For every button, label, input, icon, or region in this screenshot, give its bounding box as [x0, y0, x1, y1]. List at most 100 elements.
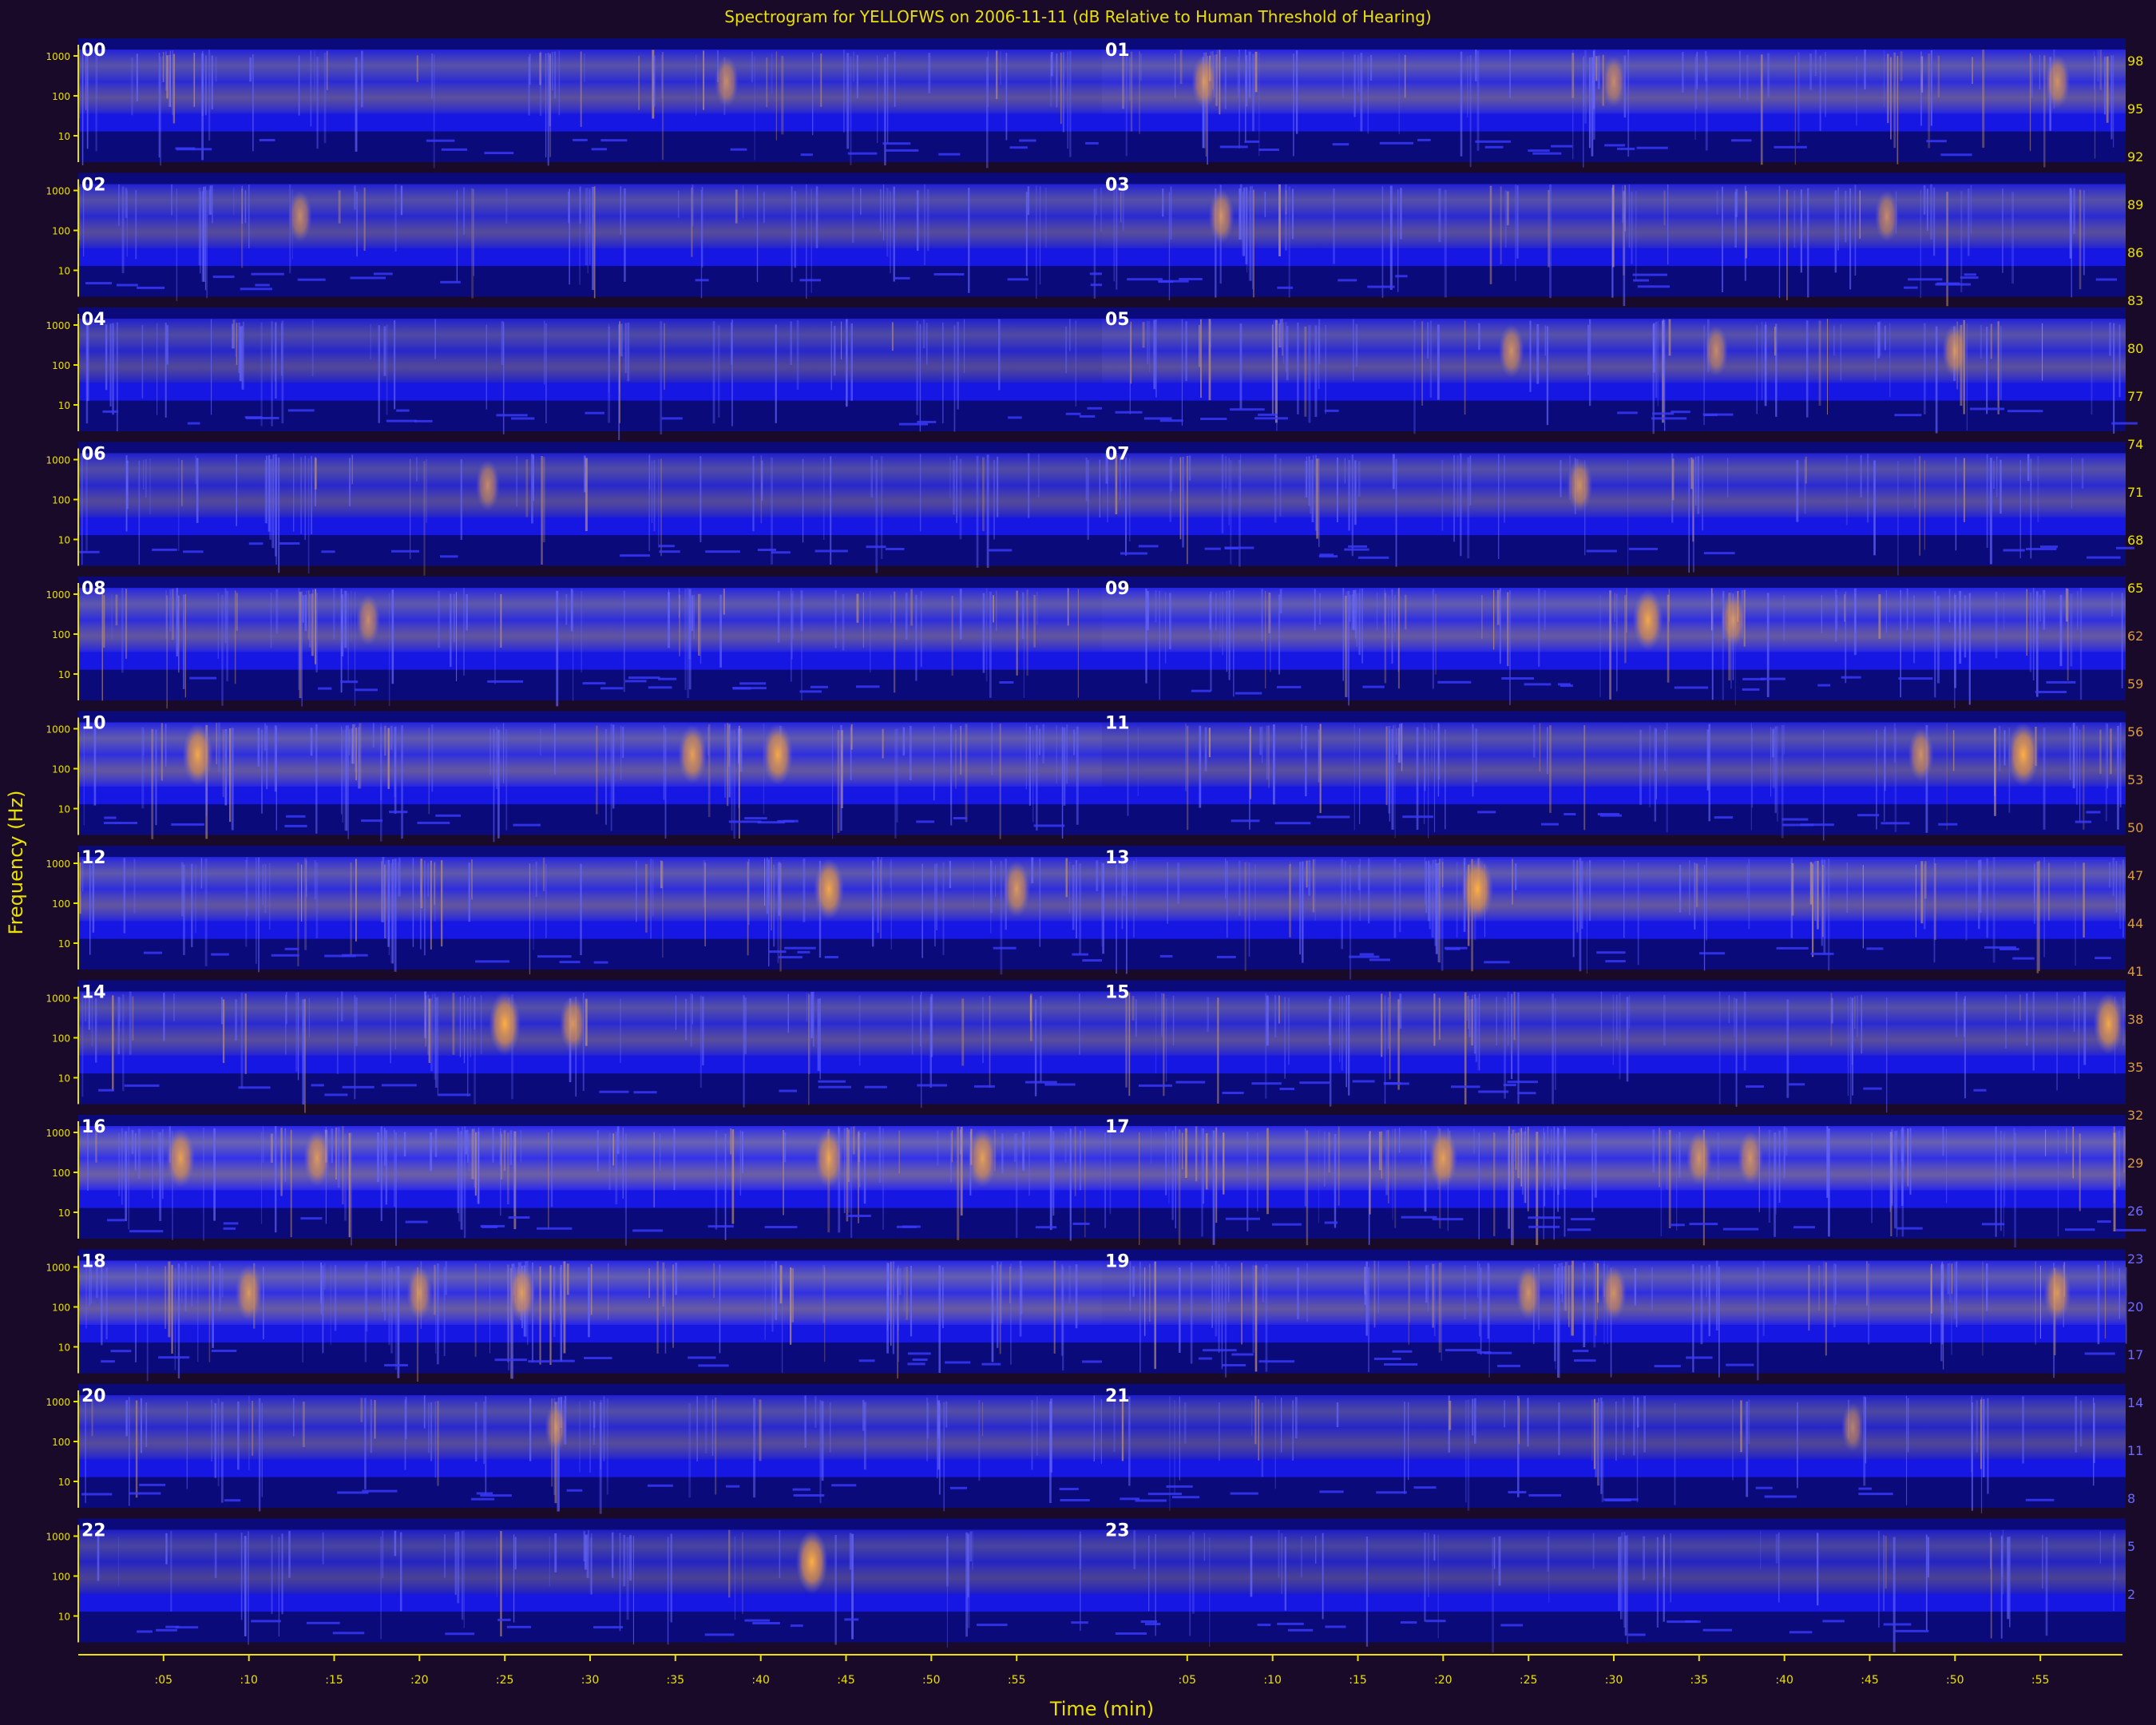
signal-streak [1894, 728, 1897, 832]
signal-streak [1394, 1128, 1397, 1228]
signal-streak [927, 1402, 929, 1439]
signal-streak [771, 54, 773, 93]
noise-dash [1349, 955, 1380, 958]
signal-streak [1928, 54, 1931, 149]
signal-streak [2037, 456, 2039, 522]
signal-streak [1627, 50, 1630, 157]
signal-streak [629, 1535, 632, 1581]
noise-dash [1413, 1486, 1437, 1489]
signal-streak [1358, 461, 1361, 498]
signal-streak [2036, 861, 2039, 974]
signal-streak [1874, 325, 1877, 381]
signal-streak [1126, 863, 1128, 974]
noise-dash [391, 549, 419, 553]
signal-streak [1273, 724, 1275, 805]
signal-streak [117, 997, 120, 1055]
signal-streak [89, 864, 91, 955]
noise-dash [1633, 279, 1650, 282]
noise-dash [1702, 1628, 1732, 1632]
signal-streak [2118, 864, 2122, 930]
signal-streak [508, 1268, 509, 1370]
noise-dash [2046, 680, 2076, 684]
signal-streak [118, 184, 120, 227]
signal-streak [934, 863, 936, 946]
noise-dash [284, 947, 299, 950]
signal-streak [200, 858, 203, 889]
signal-streak [268, 862, 271, 930]
signal-streak [2071, 190, 2072, 298]
signal-streak [1401, 723, 1403, 771]
signal-streak [1348, 591, 1349, 706]
noise-dash [1166, 1485, 1193, 1488]
signal-streak [688, 1402, 692, 1498]
signal-streak [395, 1132, 397, 1246]
signal-streak [1507, 592, 1509, 667]
noise-dash [350, 276, 386, 280]
signal-streak [1592, 1533, 1595, 1569]
hour-panel: 23 [1102, 1518, 2126, 1653]
signal-streak [135, 1263, 137, 1362]
signal-streak [1993, 461, 1995, 489]
signal-streak [310, 728, 313, 756]
signal-streak [1125, 55, 1128, 157]
signal-streak [1656, 1537, 1659, 1628]
signal-streak [1900, 589, 1901, 698]
low-freq-band [1102, 652, 2126, 670]
noise-dash [1960, 276, 1979, 280]
signal-streak [1429, 320, 1433, 398]
signal-streak [1959, 591, 1962, 664]
signal-streak [1467, 457, 1470, 559]
signal-streak [1397, 589, 1399, 672]
signal-streak [356, 192, 358, 257]
signal-streak [1949, 1263, 1951, 1303]
signal-streak [1351, 454, 1353, 557]
signal-streak [1254, 864, 1256, 921]
signal-streak [1113, 1399, 1116, 1453]
signal-streak [1369, 1131, 1371, 1215]
signal-streak [140, 1398, 142, 1453]
signal-streak [719, 1264, 721, 1354]
noise-dash [739, 682, 767, 685]
signal-streak [1389, 185, 1393, 290]
noise-dash [1437, 680, 1472, 684]
signal-streak [591, 1533, 593, 1595]
acoustic-event [1208, 189, 1235, 244]
signal-streak [2039, 1265, 2041, 1339]
signal-streak [1512, 1129, 1514, 1246]
signal-streak [1437, 324, 1440, 400]
signal-streak [1926, 188, 1928, 232]
signal-streak [1306, 1263, 1309, 1322]
signal-streak [1783, 595, 1785, 641]
hour-panel: 16 [78, 1115, 1102, 1246]
signal-streak [340, 589, 343, 693]
signal-streak [1564, 1262, 1567, 1311]
signal-streak [1527, 1126, 1529, 1211]
signal-streak [1167, 862, 1168, 924]
signal-streak [2106, 56, 2109, 123]
signal-streak [1653, 323, 1655, 373]
signal-streak [1930, 184, 1932, 240]
signal-streak [1435, 593, 1437, 675]
signal-streak [1968, 593, 1971, 705]
signal-streak [884, 57, 886, 166]
signal-streak [1821, 864, 1824, 938]
hour-label: 16 [81, 1117, 106, 1137]
noise-dash [744, 817, 767, 820]
signal-streak [928, 53, 931, 93]
signal-streak [1174, 1400, 1175, 1494]
acoustic-event [475, 459, 500, 511]
signal-streak [2083, 724, 2085, 830]
signal-streak [1770, 727, 1772, 797]
signal-streak [910, 589, 913, 626]
signal-streak [1222, 591, 1224, 656]
low-freq-band [1102, 518, 2126, 536]
signal-streak [81, 51, 84, 165]
signal-streak [837, 730, 840, 833]
signal-streak [322, 1532, 324, 1564]
signal-streak [545, 323, 547, 423]
signal-streak [1361, 588, 1363, 664]
signal-streak [412, 858, 414, 947]
signal-streak [712, 321, 715, 424]
signal-streak [1946, 1128, 1948, 1204]
signal-streak [1248, 862, 1250, 958]
